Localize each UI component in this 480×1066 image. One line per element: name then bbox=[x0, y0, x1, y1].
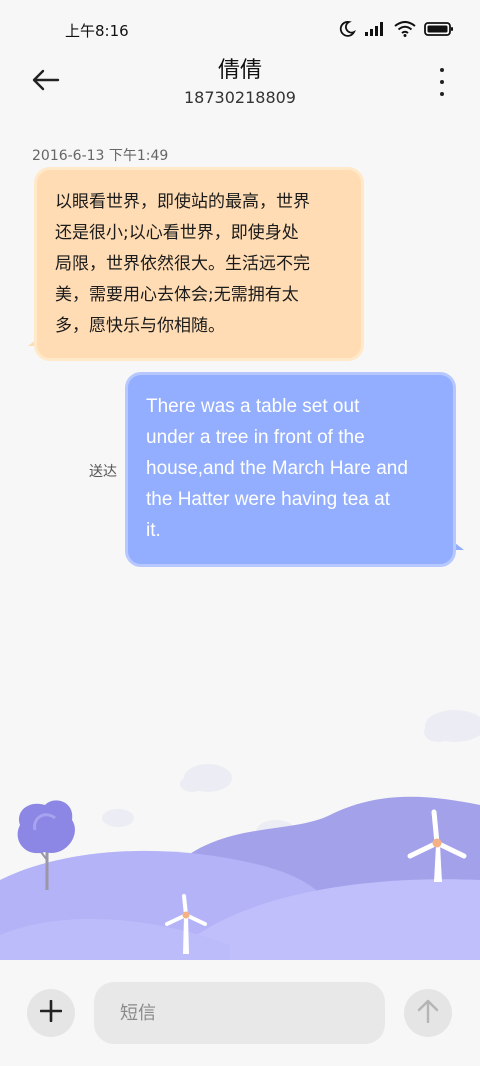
message-line: the Hatter were having tea at bbox=[146, 489, 390, 510]
plus-icon bbox=[39, 999, 63, 1026]
landscape-background bbox=[0, 690, 480, 962]
message-input[interactable] bbox=[94, 982, 385, 1044]
message-timestamp: 2016-6-13 下午1:49 bbox=[32, 148, 169, 164]
wifi-icon bbox=[394, 21, 416, 37]
message-line: There was a table set out bbox=[146, 396, 360, 417]
delivery-status: 送达 bbox=[89, 464, 117, 480]
message-line: under a tree in front of the bbox=[146, 427, 365, 448]
more-vertical-icon bbox=[440, 68, 444, 72]
message-line: 局限，世界依然很大。生活远不完 bbox=[55, 254, 310, 274]
compose-bar bbox=[0, 960, 480, 1066]
contact-info: 倩倩 18730218809 bbox=[120, 58, 360, 110]
moon-icon bbox=[338, 20, 356, 38]
message-line: house,and the March Hare and bbox=[146, 458, 408, 479]
more-options-button[interactable] bbox=[434, 68, 450, 96]
back-button[interactable] bbox=[28, 66, 64, 98]
arrow-up-icon bbox=[417, 999, 439, 1027]
send-button[interactable] bbox=[404, 989, 452, 1037]
message-line: 多，愿快乐与你相随。 bbox=[55, 316, 225, 336]
arrow-left-icon bbox=[32, 69, 60, 95]
message-line: 以眼看世界，即使站的最高，世界 bbox=[55, 192, 310, 212]
outgoing-message-bubble[interactable]: There was a table set out under a tree i… bbox=[125, 372, 456, 567]
incoming-message-bubble[interactable]: 以眼看世界，即使站的最高，世界 还是很小;以心看世界，即使身处 局限，世界依然很… bbox=[34, 167, 364, 361]
status-time: 上午8:16 bbox=[65, 22, 129, 40]
messaging-screen: 上午8:16 倩倩 18730218809 2016-6-13 下午1:49 以… bbox=[0, 0, 480, 1066]
contact-name: 倩倩 bbox=[217, 58, 262, 83]
signal-icon bbox=[364, 21, 386, 37]
status-icons bbox=[338, 20, 454, 38]
message-line: it. bbox=[146, 520, 161, 541]
battery-icon bbox=[424, 21, 454, 37]
message-line: 还是很小;以心看世界，即使身处 bbox=[55, 223, 299, 243]
conversation-header: 倩倩 18730218809 bbox=[0, 54, 480, 116]
message-line: 美，需要用心去体会;无需拥有太 bbox=[55, 285, 299, 305]
add-attachment-button[interactable] bbox=[27, 989, 75, 1037]
status-bar: 上午8:16 bbox=[0, 0, 480, 60]
contact-number: 18730218809 bbox=[184, 88, 296, 107]
